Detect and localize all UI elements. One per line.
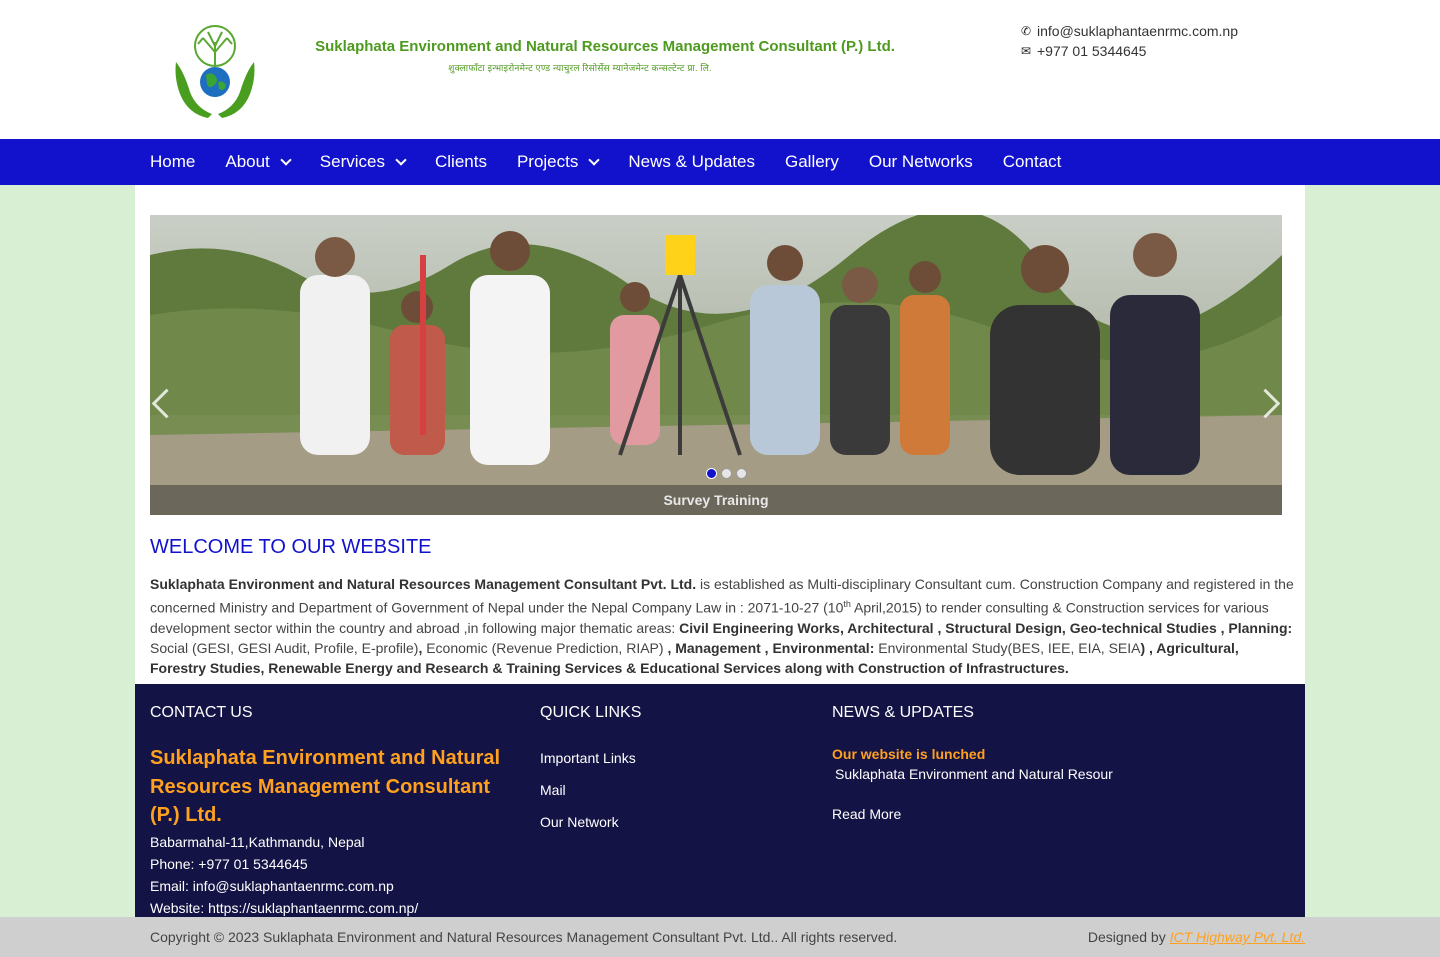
header-email[interactable]: info@suklaphantaenrmc.com.np xyxy=(1037,21,1238,41)
main-content: Survey Training WELCOME TO OUR WEBSITE S… xyxy=(135,185,1305,685)
nav-networks[interactable]: Our Networks xyxy=(869,152,973,172)
slide-caption-bar: Survey Training xyxy=(150,485,1282,515)
nav-about[interactable]: About xyxy=(225,152,292,172)
footer-link-network[interactable]: Our Network xyxy=(540,814,636,846)
welcome-heading: WELCOME TO OUR WEBSITE xyxy=(150,536,432,558)
footer-quick-links: Important Links Mail Our Network xyxy=(540,750,636,846)
copyright-text: Copyright © 2023 Suklaphata Environment … xyxy=(150,929,898,945)
slider-next-button[interactable] xyxy=(1258,385,1282,425)
phone-icon: ✆ xyxy=(1020,24,1032,38)
header-phone[interactable]: +977 01 5344645 xyxy=(1037,41,1146,61)
nav-services[interactable]: Services xyxy=(319,152,407,172)
slider-prev-button[interactable] xyxy=(150,385,174,425)
footer-company-name: Suklaphata Environment and Natural Resou… xyxy=(150,747,501,826)
slider-dots xyxy=(706,468,747,479)
nav-networks-label: Our Networks xyxy=(868,152,973,171)
header-email-row[interactable]: ✆ info@suklaphantaenrmc.com.np xyxy=(1019,21,1238,41)
footer-phone[interactable]: Phone: +977 01 5344645 xyxy=(150,853,418,875)
image-slider[interactable]: Survey Training xyxy=(150,215,1282,515)
intro-paragraph: Suklaphata Environment and Natural Resou… xyxy=(150,574,1298,678)
intro-bold-1: Civil Engineering Works, Architectural ,… xyxy=(679,619,1293,636)
nav-news[interactable]: News & Updates xyxy=(628,152,755,172)
designed-by-label: Designed by xyxy=(1087,929,1170,945)
intro-company: Suklaphata Environment and Natural Resou… xyxy=(150,576,697,592)
main-navbar: Home About Services Clients Projects New… xyxy=(0,139,1440,185)
nav-services-label: Services xyxy=(319,152,385,171)
footer-read-more-link[interactable]: Read More xyxy=(832,806,901,822)
intro-text-4: Economic (Revenue Prediction, RIAP) xyxy=(422,639,668,656)
footer-news-title[interactable]: Our website is lunched xyxy=(832,746,985,762)
nav-list: Home About Services Clients Projects New… xyxy=(150,139,1091,185)
footer-website[interactable]: Website: https://suklaphantaenrmc.com.np… xyxy=(150,897,418,919)
slide-caption: Survey Training xyxy=(663,492,769,508)
header-contact: ✆ info@suklaphantaenrmc.com.np ✉ +977 01… xyxy=(1019,21,1238,61)
nav-clients[interactable]: Clients xyxy=(435,152,487,172)
tree-hands-logo[interactable] xyxy=(170,22,260,118)
company-title-nepali: शुक्लाफाँटा इन्भाइरोनमेन्ट एण्ड न्याचुरल… xyxy=(448,63,712,73)
nav-gallery[interactable]: Gallery xyxy=(785,152,839,172)
chevron-down-icon xyxy=(395,154,407,166)
footer-link-mail[interactable]: Mail xyxy=(540,782,636,814)
nav-projects-label: Projects xyxy=(516,152,579,171)
copyright-bar: Copyright © 2023 Suklaphata Environment … xyxy=(0,917,1440,957)
nav-news-label: News & Updates xyxy=(628,152,755,171)
header-phone-row[interactable]: ✉ +977 01 5344645 xyxy=(1019,41,1238,61)
footer-address: Babarmahal-11,Kathmandu, Nepal xyxy=(150,834,365,850)
footer-email[interactable]: Email: info@suklaphantaenrmc.com.np xyxy=(150,875,418,897)
slider-dot-1[interactable] xyxy=(706,468,717,479)
nav-contact-label: Contact xyxy=(1002,152,1062,171)
designed-by: Designed by ICT Highway Pvt. Ltd. xyxy=(1088,929,1305,945)
site-footer: CONTACT US Suklaphata Environment and Na… xyxy=(135,684,1305,917)
footer-contact-heading: CONTACT US xyxy=(150,704,253,721)
footer-quick-links-heading: QUICK LINKS xyxy=(540,704,642,721)
nav-home[interactable]: Home xyxy=(150,152,195,172)
intro-bold-3: , Management , Environmental: xyxy=(667,639,875,656)
company-title: Suklaphata Environment and Natural Resou… xyxy=(315,38,895,55)
site-header: Suklaphata Environment and Natural Resou… xyxy=(0,0,1440,139)
envelope-icon: ✉ xyxy=(1020,44,1032,58)
slider-dot-3[interactable] xyxy=(736,468,747,479)
nav-home-label: Home xyxy=(150,152,196,171)
intro-sup: th xyxy=(843,599,851,609)
nav-projects[interactable]: Projects xyxy=(516,152,601,172)
nav-contact[interactable]: Contact xyxy=(1003,152,1062,172)
intro-text-5: Environmental Study(BES, IEE, EIA, SEIA xyxy=(874,639,1141,656)
chevron-down-icon xyxy=(280,154,292,166)
slider-dot-2[interactable] xyxy=(721,468,732,479)
nav-gallery-label: Gallery xyxy=(785,152,839,171)
footer-contact-details: Babarmahal-11,Kathmandu, Nepal Phone: +9… xyxy=(150,831,418,919)
nav-clients-label: Clients xyxy=(434,152,487,171)
footer-news-heading: NEWS & UPDATES xyxy=(832,704,974,721)
footer-news-excerpt: Suklaphata Environment and Natural Resou… xyxy=(835,766,1113,782)
designer-link[interactable]: ICT Highway Pvt. Ltd. xyxy=(1170,929,1305,945)
intro-text-3: Social (GESI, GESI Audit, Profile, E-pro… xyxy=(150,639,419,656)
nav-about-label: About xyxy=(225,152,270,171)
footer-link-important[interactable]: Important Links xyxy=(540,750,636,782)
chevron-down-icon xyxy=(588,154,601,166)
